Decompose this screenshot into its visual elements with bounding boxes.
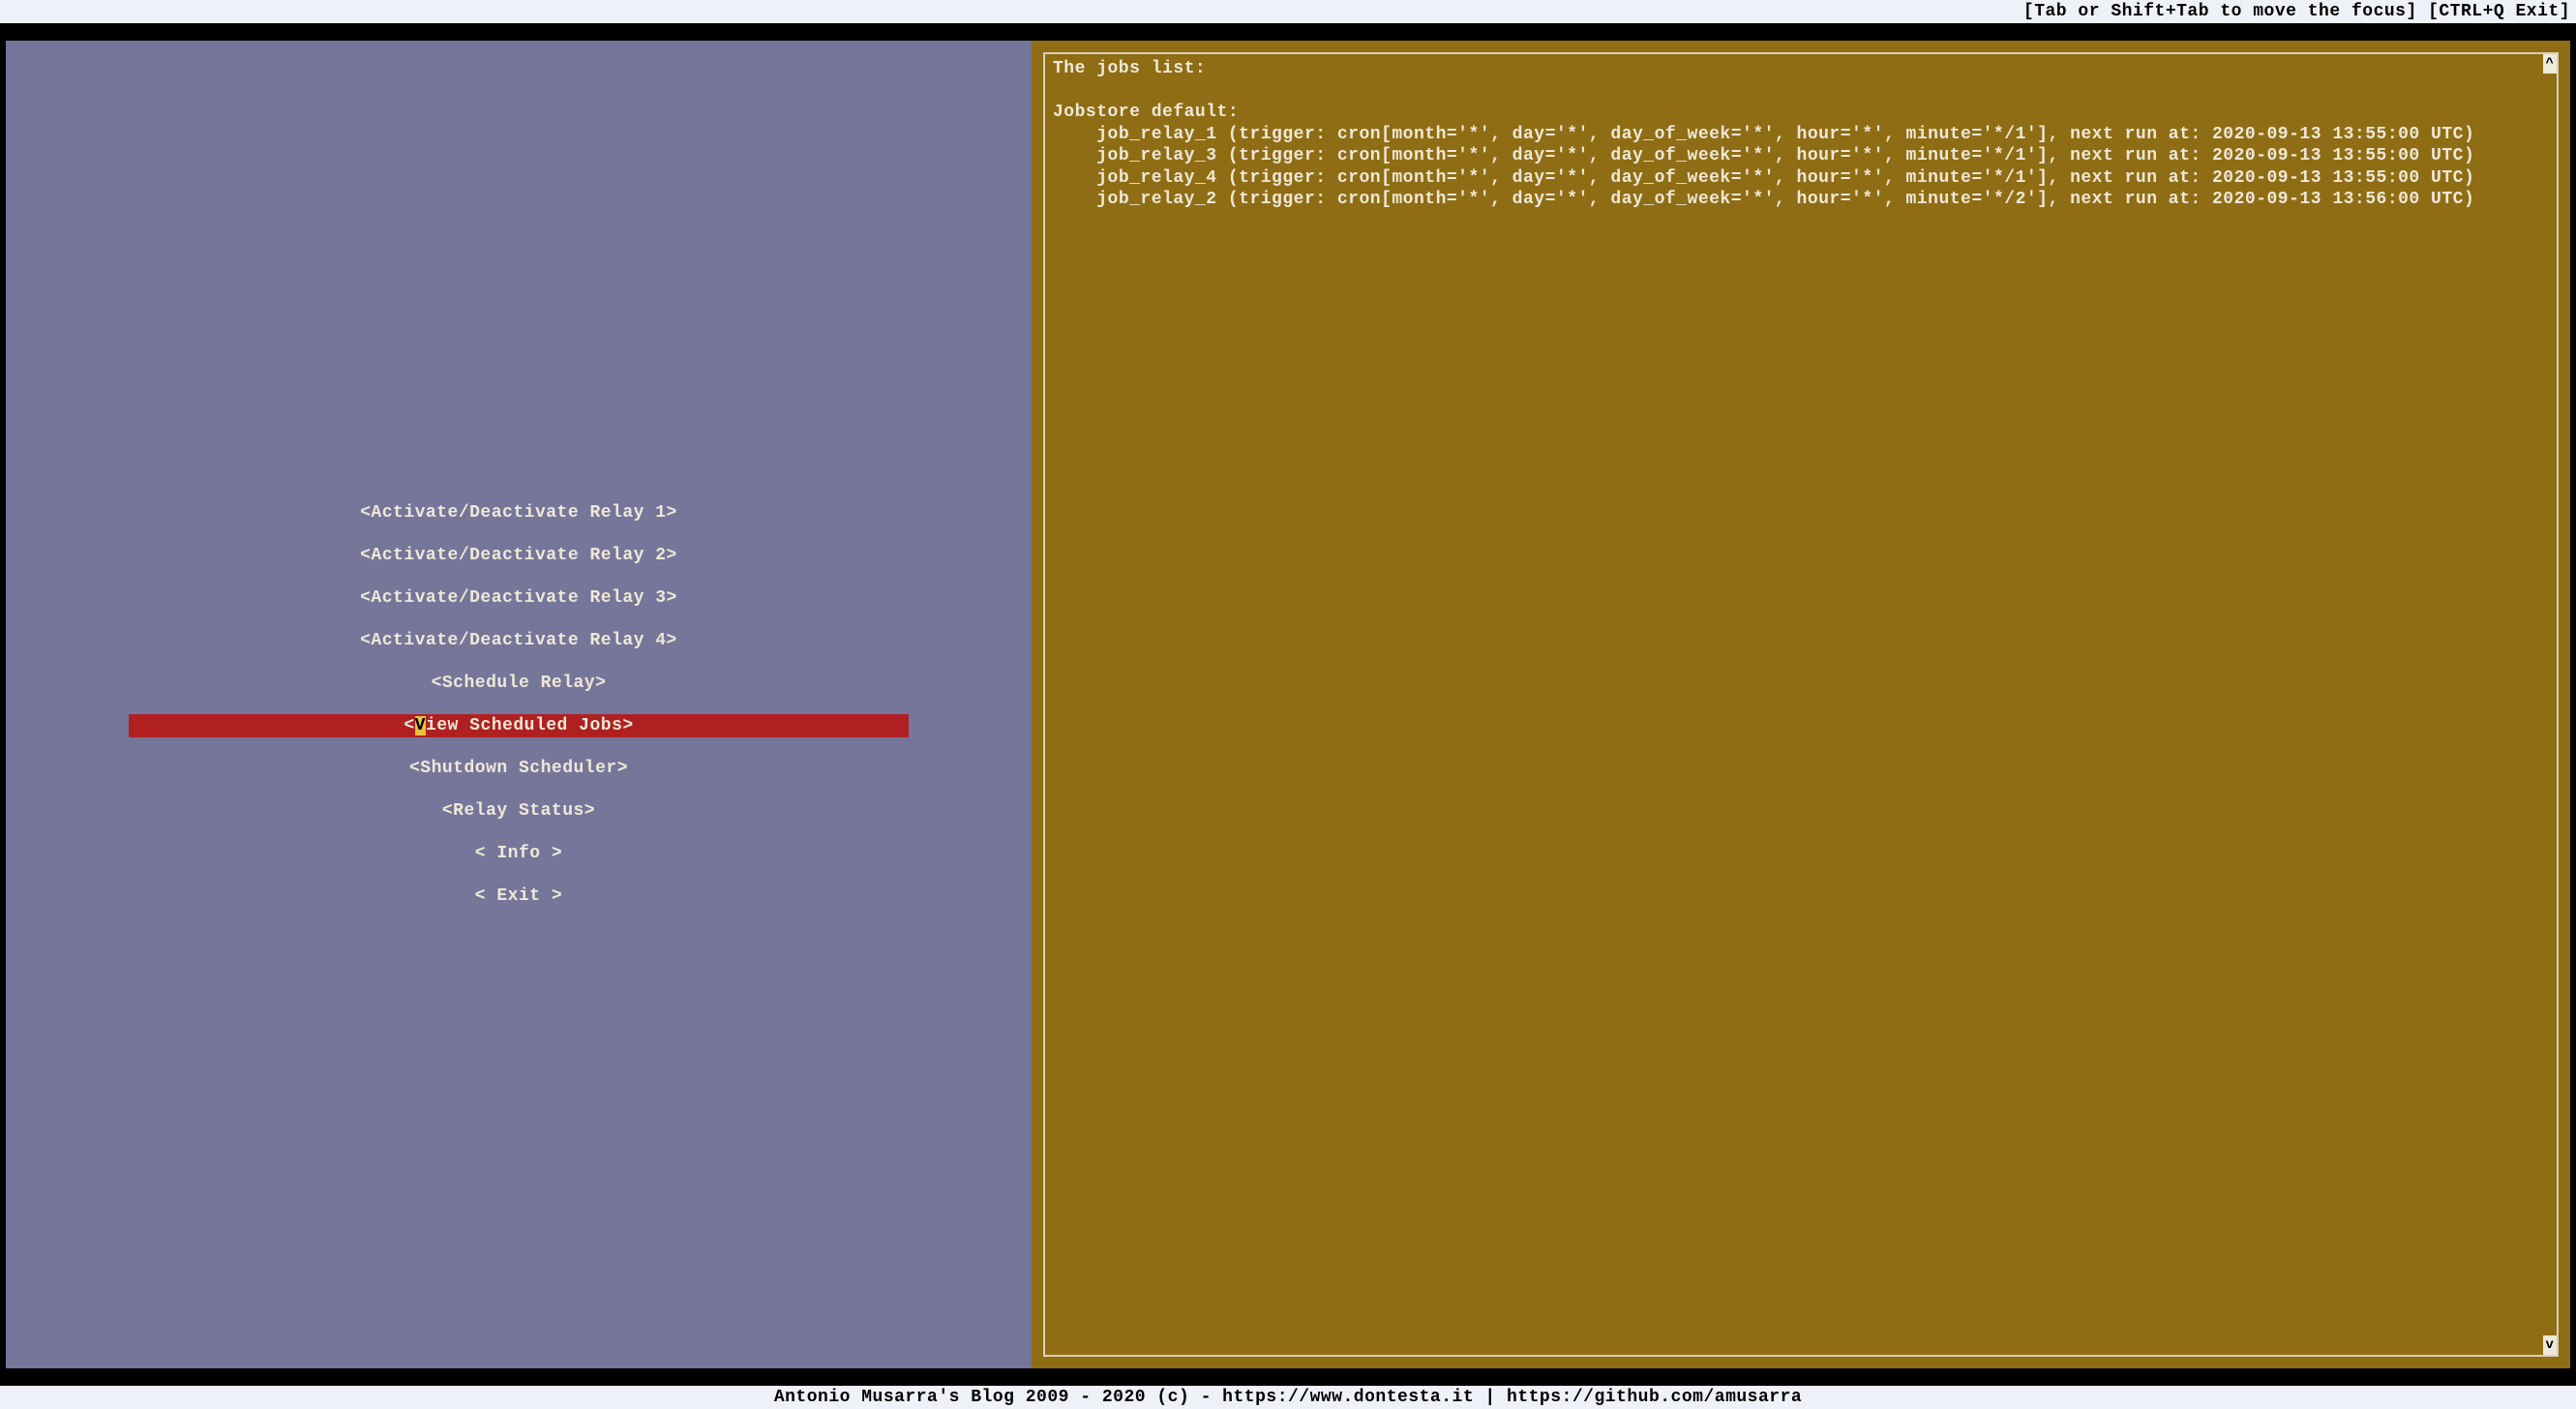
menu-panel: <Activate/Deactivate Relay 1> <Activate/D… (6, 41, 1032, 1368)
menu-item-6[interactable]: <Shutdown Scheduler> (129, 757, 909, 780)
menu-item-1[interactable]: <Activate/Deactivate Relay 2> (129, 544, 909, 567)
output-panel: The jobs list: Jobstore default: job_rel… (1032, 41, 2570, 1368)
menu-item-4[interactable]: <Schedule Relay> (129, 672, 909, 695)
footer-bar: Antonio Musarra's Blog 2009 - 2020 (c) -… (0, 1386, 2576, 1409)
menu-item-8[interactable]: < Info > (129, 842, 909, 865)
menu-item-9[interactable]: < Exit > (129, 884, 909, 908)
gap-bottom (0, 1368, 2576, 1386)
menu-hilite: V (415, 716, 426, 735)
footer-text: Antonio Musarra's Blog 2009 - 2020 (c) -… (774, 1388, 1802, 1407)
main-area: <Activate/Deactivate Relay 1> <Activate/D… (0, 41, 2576, 1368)
menu-item-0[interactable]: <Activate/Deactivate Relay 1> (129, 501, 909, 525)
output-border: The jobs list: Jobstore default: job_rel… (1043, 52, 2559, 1357)
menu-item-7[interactable]: <Relay Status> (129, 799, 909, 823)
menu-item-5[interactable]: <View Scheduled Jobs> (129, 714, 909, 737)
focus-hint: [Tab or Shift+Tab to move the focus] [CT… (2023, 2, 2570, 21)
menu-item-3[interactable]: <Activate/Deactivate Relay 4> (129, 629, 909, 652)
output-content: The jobs list: Jobstore default: job_rel… (1045, 54, 2543, 1355)
scroll-up-icon[interactable]: ^ (2543, 54, 2557, 74)
scroll-down-icon[interactable]: v (2543, 1335, 2557, 1355)
top-hint-bar: [Tab or Shift+Tab to move the focus] [CT… (0, 0, 2576, 23)
menu-items: <Activate/Deactivate Relay 1> <Activate/D… (6, 501, 1032, 908)
scrollbar[interactable]: ^ v (2543, 54, 2557, 1355)
gap-top (0, 23, 2576, 41)
menu-item-2[interactable]: <Activate/Deactivate Relay 3> (129, 586, 909, 610)
